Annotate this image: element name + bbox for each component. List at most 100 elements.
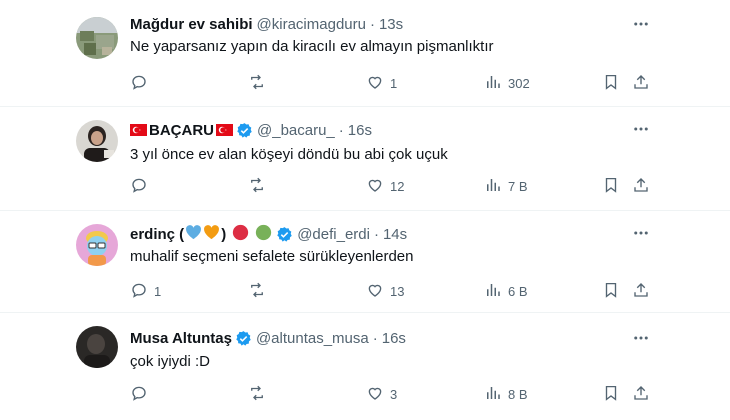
views-icon (484, 176, 502, 197)
more-icon[interactable] (632, 329, 650, 347)
like-button[interactable]: 12 (366, 176, 404, 196)
bookmark-button[interactable] (602, 176, 620, 196)
bookmark-icon (602, 281, 620, 302)
reply-icon (130, 73, 148, 94)
separator: · (369, 15, 375, 33)
tweet-item[interactable]: Mağdur ev sahibi @kiracimagduru · 13s Ne… (0, 0, 730, 106)
tweet-item[interactable]: BAÇARU @_bacaru_ · 16s 3 yıl önce ev ala… (0, 106, 730, 210)
share-button[interactable] (632, 73, 650, 93)
tweet-header: BAÇARU @_bacaru_ · 16s (130, 120, 372, 140)
like-count: 3 (390, 386, 398, 402)
retweet-icon (248, 281, 266, 302)
bookmark-icon (602, 73, 620, 94)
view-count: 8 B (508, 386, 528, 402)
share-icon (632, 73, 650, 94)
reply-button[interactable] (130, 384, 154, 404)
timestamp[interactable]: 16s (382, 330, 406, 347)
like-button[interactable]: 3 (366, 384, 397, 404)
share-button[interactable] (632, 281, 650, 301)
retweet-button[interactable] (248, 73, 272, 93)
heart-icon (366, 176, 384, 197)
green-circle-emoji-icon (255, 224, 272, 245)
reply-icon (130, 281, 148, 302)
reply-button[interactable] (130, 73, 154, 93)
views-icon (484, 384, 502, 405)
tweet-text: 3 yıl önce ev alan köşeyi döndü bu abi ç… (130, 146, 448, 163)
like-button[interactable]: 1 (366, 73, 397, 93)
view-count: 302 (508, 75, 530, 91)
retweet-button[interactable] (248, 281, 272, 301)
user-handle[interactable]: @defi_erdi (297, 226, 370, 243)
timestamp[interactable]: 16s (348, 122, 372, 139)
tweet-header: Mağdur ev sahibi @kiracimagduru · 13s (130, 14, 403, 34)
blue-heart-emoji-icon (185, 224, 202, 244)
display-name-close[interactable]: ) (221, 226, 226, 243)
views-button[interactable]: 8 B (484, 384, 528, 404)
tweet-replies-feed: Mağdur ev sahibi @kiracimagduru · 13s Ne… (0, 0, 730, 420)
tweet-item[interactable]: Musa Altuntaş @altuntas_musa · 16s çok i… (0, 312, 730, 420)
retweet-icon (248, 384, 266, 405)
orange-heart-emoji-icon (203, 224, 220, 244)
bookmark-icon (602, 384, 620, 405)
tweet-actions: 12 7 B (130, 176, 658, 196)
display-name[interactable]: erdinç ( (130, 226, 184, 243)
share-button[interactable] (632, 176, 650, 196)
display-name[interactable]: BAÇARU (149, 122, 214, 139)
tweet-actions: 3 8 B (130, 384, 658, 404)
tweet-text: Ne yaparsanız yapın da kiracılı ev almay… (130, 38, 494, 55)
tweet-header: erdinç ( ) @defi_erdi · 14s (130, 224, 407, 244)
like-button[interactable]: 13 (366, 281, 404, 301)
share-icon (632, 176, 650, 197)
reply-button[interactable]: 1 (130, 281, 161, 301)
avatar[interactable] (76, 224, 118, 266)
timestamp[interactable]: 13s (379, 16, 403, 33)
user-handle[interactable]: @kiracimagduru (257, 16, 366, 33)
more-icon[interactable] (632, 15, 650, 33)
separator: · (372, 329, 378, 347)
like-count: 13 (390, 283, 405, 299)
retweet-icon (248, 73, 266, 94)
red-circle-emoji-icon (232, 224, 249, 245)
tweet-text: çok iyiydi :D (130, 353, 211, 370)
user-handle[interactable]: @altuntas_musa (256, 330, 369, 347)
bookmark-button[interactable] (602, 384, 620, 404)
reply-button[interactable] (130, 176, 154, 196)
views-button[interactable]: 6 B (484, 281, 528, 301)
views-button[interactable]: 302 (484, 73, 530, 93)
more-icon[interactable] (632, 120, 650, 138)
verified-badge-icon[interactable] (236, 122, 253, 139)
verified-badge-icon[interactable] (276, 226, 293, 243)
bookmark-button[interactable] (602, 281, 620, 301)
tweet-item[interactable]: erdinç ( ) @defi_erdi · 14s muhalif seçm… (0, 210, 730, 312)
bookmark-icon (602, 176, 620, 197)
timestamp[interactable]: 14s (383, 226, 407, 243)
views-button[interactable]: 7 B (484, 176, 528, 196)
tweet-header: Musa Altuntaş @altuntas_musa · 16s (130, 328, 406, 348)
views-icon (484, 73, 502, 94)
heart-icon (366, 281, 384, 302)
reply-count: 1 (154, 283, 162, 299)
bookmark-button[interactable] (602, 73, 620, 93)
share-icon (632, 384, 650, 405)
view-count: 7 B (508, 178, 528, 194)
retweet-button[interactable] (248, 176, 272, 196)
like-count: 1 (390, 75, 398, 91)
avatar[interactable] (76, 120, 118, 162)
turkey-flag-icon (130, 124, 147, 136)
retweet-button[interactable] (248, 384, 272, 404)
reply-icon (130, 176, 148, 197)
reply-icon (130, 384, 148, 405)
display-name[interactable]: Mağdur ev sahibi (130, 16, 253, 33)
avatar[interactable] (76, 17, 118, 59)
share-button[interactable] (632, 384, 650, 404)
more-icon[interactable] (632, 224, 650, 242)
user-handle[interactable]: @_bacaru_ (257, 122, 335, 139)
view-count: 6 B (508, 283, 528, 299)
display-name[interactable]: Musa Altuntaş (130, 330, 232, 347)
separator: · (338, 121, 344, 139)
verified-badge-icon[interactable] (235, 330, 252, 347)
turkey-flag-icon (216, 124, 233, 136)
like-count: 12 (390, 178, 405, 194)
avatar[interactable] (76, 326, 118, 368)
heart-icon (366, 384, 384, 405)
